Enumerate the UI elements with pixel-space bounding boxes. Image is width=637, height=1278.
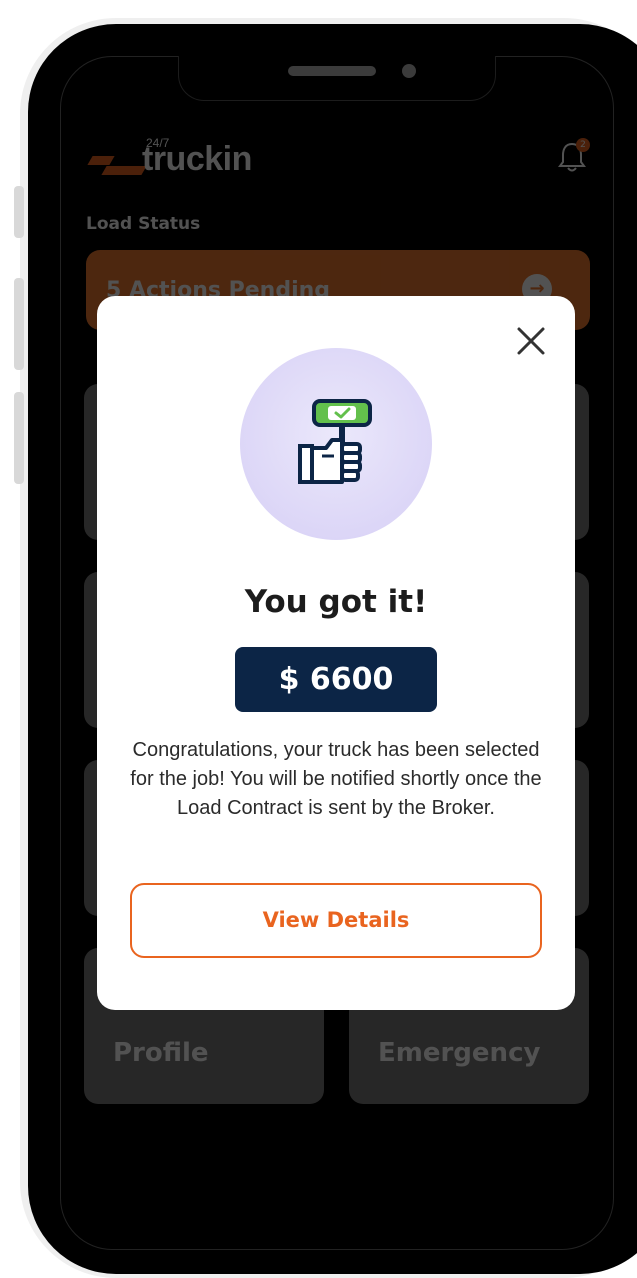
- close-icon[interactable]: [512, 322, 550, 360]
- brand-logo: 24/7 truckin: [86, 136, 286, 178]
- view-details-button[interactable]: View Details: [130, 883, 542, 958]
- hand-holding-approval-icon: [298, 399, 372, 484]
- notification-badge: 2: [576, 138, 590, 152]
- phone-speaker: [288, 66, 376, 76]
- profile-tile-label: Profile: [113, 1038, 209, 1068]
- emergency-tile-label: Emergency: [378, 1038, 541, 1068]
- modal-message: Congratulations, your truck has been sel…: [130, 739, 542, 819]
- phone-camera: [402, 64, 416, 78]
- logo-text: truckin: [142, 140, 252, 178]
- bid-amount-badge: $ 6600: [235, 647, 437, 712]
- modal-title: You got it!: [244, 584, 428, 620]
- phone-notch: [178, 56, 496, 101]
- load-status-label: Load Status: [86, 214, 201, 234]
